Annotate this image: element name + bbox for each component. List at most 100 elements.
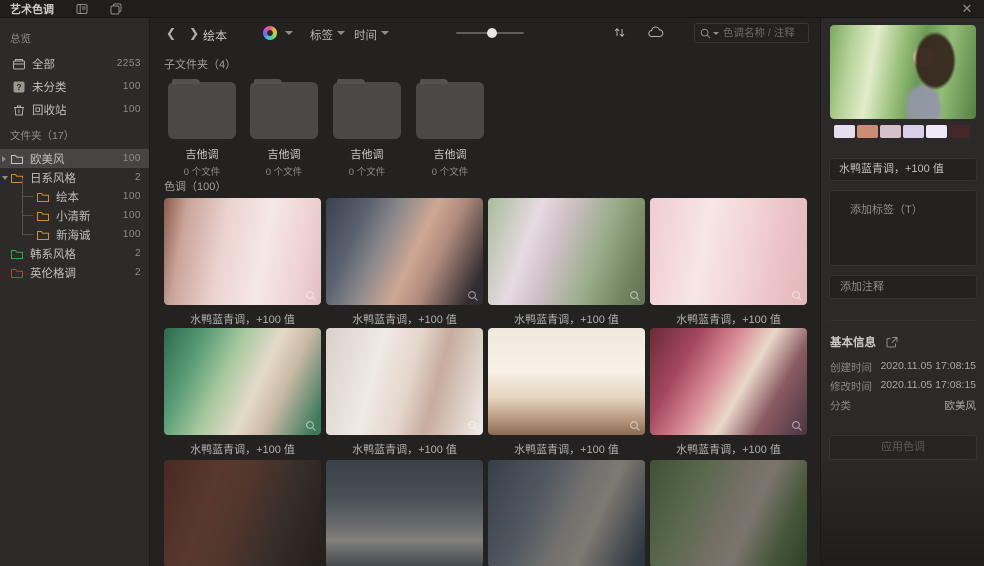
palette-thumbnail[interactable] bbox=[164, 198, 321, 305]
search-box[interactable] bbox=[694, 23, 809, 43]
subfolder-name: 吉他调 bbox=[250, 146, 318, 162]
palette-item[interactable] bbox=[488, 460, 645, 566]
sidebar-folder-oumeifeng[interactable]: 欧美风 100 bbox=[0, 149, 149, 168]
color-swatch[interactable] bbox=[834, 125, 855, 138]
sidebar: 总览 全部 2253 ? 未分类 100 回收站 100 文件夹（17） 欧美风… bbox=[0, 18, 150, 566]
palette-item[interactable]: 水鸭蓝青调，+100 值 bbox=[650, 328, 807, 457]
sidebar-folder-label: 新海诚 bbox=[56, 227, 123, 243]
sidebar-item-uncategorized[interactable]: ? 未分类 100 bbox=[0, 75, 149, 98]
palette-item[interactable] bbox=[326, 460, 483, 566]
magnifier-icon[interactable] bbox=[305, 419, 317, 431]
info-label: 分类 bbox=[830, 398, 851, 413]
time-filter-label[interactable]: 时间 bbox=[354, 27, 377, 43]
sidebar-item-count: 100 bbox=[123, 81, 141, 92]
sidebar-folder-count: 100 bbox=[123, 191, 141, 202]
palette-thumbnail[interactable] bbox=[326, 328, 483, 435]
chevron-down-icon[interactable] bbox=[713, 32, 720, 37]
palette-thumbnail[interactable] bbox=[488, 328, 645, 435]
tags-field[interactable]: 添加标签（T） bbox=[829, 190, 977, 266]
palette-item[interactable] bbox=[164, 460, 321, 566]
selected-photo-preview[interactable] bbox=[830, 25, 976, 119]
palette-item[interactable] bbox=[650, 460, 807, 566]
subfolder-card[interactable]: 吉他调 0 个文件 bbox=[333, 82, 401, 178]
palette-item[interactable]: 水鸭蓝青调，+100 值 bbox=[326, 198, 483, 327]
sidebar-item-label: 未分类 bbox=[32, 79, 123, 95]
chevron-down-icon[interactable] bbox=[2, 176, 8, 180]
palette-thumbnail[interactable] bbox=[164, 460, 321, 566]
forward-icon[interactable]: ❯ bbox=[186, 25, 202, 41]
sidebar-toggle-icon[interactable] bbox=[76, 3, 88, 15]
folder-icon bbox=[10, 152, 24, 166]
subfolder-count: 0 个文件 bbox=[333, 164, 401, 178]
palette-thumbnail[interactable] bbox=[488, 460, 645, 566]
apply-palette-button[interactable]: 应用色调 bbox=[829, 435, 977, 460]
palette-name-field[interactable]: 水鸭蓝青调，+100 值 bbox=[829, 158, 977, 181]
magnifier-icon[interactable] bbox=[791, 289, 803, 301]
palette-caption: 水鸭蓝青调，+100 值 bbox=[326, 441, 483, 457]
color-swatch[interactable] bbox=[926, 125, 947, 138]
chevron-down-icon[interactable] bbox=[285, 31, 293, 36]
uncategorized-icon: ? bbox=[12, 80, 26, 94]
overview-section-label: 总览 bbox=[0, 24, 149, 52]
thumbnail-size-slider[interactable] bbox=[456, 32, 524, 34]
chevron-down-icon[interactable] bbox=[337, 31, 345, 36]
palette-thumbnail[interactable] bbox=[650, 328, 807, 435]
sort-icon[interactable] bbox=[611, 24, 628, 41]
folder-icon bbox=[36, 190, 50, 204]
palette-caption: 水鸭蓝青调，+100 值 bbox=[488, 441, 645, 457]
close-icon[interactable]: ✕ bbox=[960, 2, 974, 16]
sidebar-item-all[interactable]: 全部 2253 bbox=[0, 52, 149, 75]
tree-connector bbox=[22, 197, 33, 216]
subfolder-thumbnail[interactable] bbox=[333, 82, 401, 139]
color-swatch[interactable] bbox=[857, 125, 878, 138]
export-icon[interactable] bbox=[886, 336, 898, 348]
subfolder-card[interactable]: 吉他调 0 个文件 bbox=[168, 82, 236, 178]
subfolder-card[interactable]: 吉他调 0 个文件 bbox=[416, 82, 484, 178]
slider-thumb[interactable] bbox=[487, 28, 497, 38]
color-swatch[interactable] bbox=[949, 125, 970, 138]
sidebar-item-trash[interactable]: 回收站 100 bbox=[0, 98, 149, 121]
palette-item[interactable]: 水鸭蓝青调，+100 值 bbox=[164, 198, 321, 327]
magnifier-icon[interactable] bbox=[467, 419, 479, 431]
subfolder-card[interactable]: 吉他调 0 个文件 bbox=[250, 82, 318, 178]
sidebar-folder-label: 英伦格调 bbox=[30, 265, 135, 281]
sidebar-folder-count: 2 bbox=[135, 172, 141, 183]
palette-thumbnail[interactable] bbox=[164, 328, 321, 435]
palette-thumbnail[interactable] bbox=[326, 460, 483, 566]
magnifier-icon[interactable] bbox=[467, 289, 479, 301]
palette-thumbnail[interactable] bbox=[326, 198, 483, 305]
note-field[interactable]: 添加注释 bbox=[829, 275, 977, 299]
subfolder-thumbnail[interactable] bbox=[416, 82, 484, 139]
subfolder-thumbnail[interactable] bbox=[250, 82, 318, 139]
palette-item[interactable]: 水鸭蓝青调，+100 值 bbox=[164, 328, 321, 457]
subfolder-thumbnail[interactable] bbox=[168, 82, 236, 139]
sidebar-folder-label: 绘本 bbox=[56, 189, 123, 205]
windows-layout-icon[interactable] bbox=[110, 3, 122, 15]
color-swatch[interactable] bbox=[880, 125, 901, 138]
magnifier-icon[interactable] bbox=[791, 419, 803, 431]
sidebar-folder-hanxifengge[interactable]: 韩系风格 2 bbox=[0, 244, 149, 263]
sidebar-folder-xinhaicheng[interactable]: 新海诚 100 bbox=[0, 225, 149, 244]
palette-thumbnail[interactable] bbox=[650, 198, 807, 305]
magnifier-icon[interactable] bbox=[629, 289, 641, 301]
magnifier-icon[interactable] bbox=[305, 289, 317, 301]
cloud-sync-icon[interactable] bbox=[647, 24, 664, 41]
chevron-down-icon[interactable] bbox=[381, 31, 389, 36]
color-filter-icon[interactable] bbox=[263, 26, 277, 40]
magnifier-icon[interactable] bbox=[629, 419, 641, 431]
palette-thumbnail[interactable] bbox=[650, 460, 807, 566]
search-input[interactable] bbox=[723, 27, 803, 39]
back-icon[interactable]: ❮ bbox=[163, 25, 179, 41]
subfolder-name: 吉他调 bbox=[416, 146, 484, 162]
palette-item[interactable]: 水鸭蓝青调，+100 值 bbox=[488, 328, 645, 457]
palette-thumbnail[interactable] bbox=[488, 198, 645, 305]
palette-item[interactable]: 水鸭蓝青调，+100 值 bbox=[488, 198, 645, 327]
palette-item[interactable]: 水鸭蓝青调，+100 值 bbox=[326, 328, 483, 457]
folders-section-label: 文件夹（17） bbox=[0, 121, 149, 149]
color-swatch[interactable] bbox=[903, 125, 924, 138]
chevron-right-icon[interactable] bbox=[2, 156, 6, 162]
current-folder-title: 绘本 bbox=[203, 27, 227, 44]
sidebar-folder-yinglungediao[interactable]: 英伦格调 2 bbox=[0, 263, 149, 282]
palette-item[interactable]: 水鸭蓝青调，+100 值 bbox=[650, 198, 807, 327]
tag-filter-label[interactable]: 标签 bbox=[310, 27, 333, 43]
